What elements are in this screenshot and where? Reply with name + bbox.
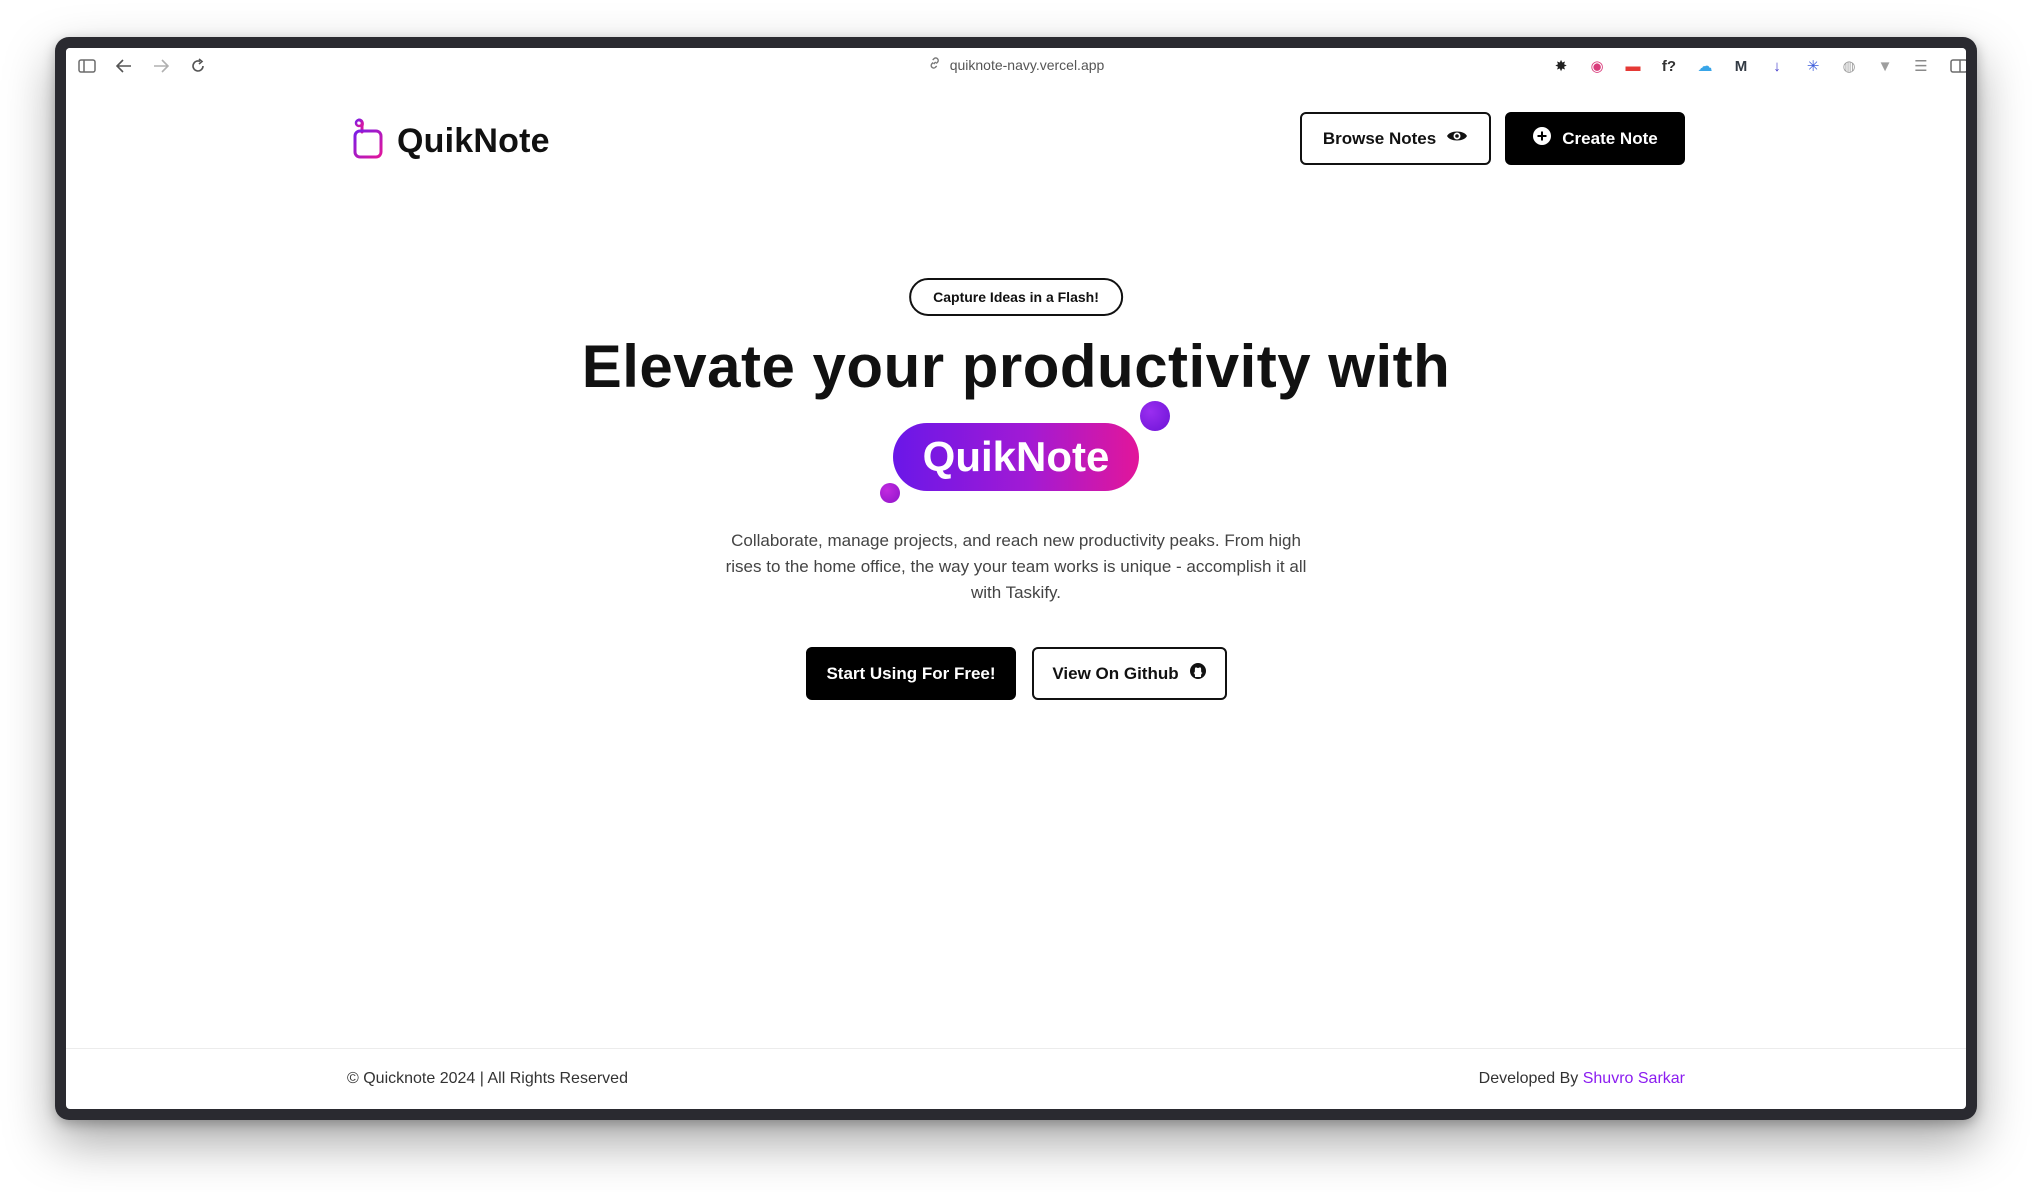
vue-extension-icon[interactable]: ▼ [1876,57,1894,75]
author-link[interactable]: Shuvro Sarkar [1583,1070,1685,1087]
eye-icon [1446,128,1468,149]
tagline-badge: Capture Ideas in a Flash! [909,278,1123,316]
font-extension-icon[interactable]: f? [1660,57,1678,75]
forward-arrow-icon[interactable] [151,56,171,76]
url-text: quiknote-navy.vercel.app [949,56,1105,73]
footer-copyright: © Quicknote 2024 | All Rights Reserved [347,1070,628,1087]
footer-credit: Developed By Shuvro Sarkar [1479,1070,1685,1088]
start-free-button[interactable]: Start Using For Free! [806,647,1016,700]
browser-window: quiknote-navy.vercel.app ✸ ◉ ▬ f? ☁ M ↓ ✳ ◍ ▼ ☰ [55,37,1977,1120]
footer-divider [66,1048,1966,1049]
download-extension-icon[interactable]: ↓ [1768,57,1786,75]
create-note-button[interactable]: Create Note [1505,112,1685,165]
link-icon [928,56,942,73]
color-picker-extension-icon[interactable]: ◉ [1588,57,1606,75]
sparkle-extension-icon[interactable]: ✳ [1804,57,1822,75]
brand-logo[interactable]: QuikNote [351,118,550,165]
globe-extension-icon[interactable]: ◍ [1840,57,1858,75]
hero-headline: Elevate your productivity with [581,333,1451,400]
decorative-dot-bottom [880,483,900,503]
brand-highlight-badge: QuikNote [893,423,1139,491]
hero-description: Collaborate, manage projects, and reach … [725,531,1307,602]
red-extension-icon[interactable]: ▬ [1624,57,1642,75]
view-github-button[interactable]: View On Github [1032,647,1227,700]
sidebar-toggle-icon[interactable] [77,56,97,76]
create-note-label: Create Note [1562,128,1658,148]
reload-icon[interactable] [188,56,208,76]
view-github-label: View On Github [1052,663,1179,683]
browse-notes-button[interactable]: Browse Notes [1300,112,1491,165]
decorative-dot-top [1140,401,1170,431]
address-bar[interactable]: quiknote-navy.vercel.app [928,56,1105,73]
tagline-text: Capture Ideas in a Flash! [933,289,1099,305]
note-logo-icon [351,118,387,165]
github-icon [1189,662,1207,685]
start-free-label: Start Using For Free! [826,663,996,683]
back-arrow-icon[interactable] [114,56,134,76]
bug-extension-icon[interactable]: ✸ [1552,57,1570,75]
cloud-extension-icon[interactable]: ☁ [1696,57,1714,75]
split-view-icon[interactable] [1949,56,1966,76]
browser-toolbar: quiknote-navy.vercel.app ✸ ◉ ▬ f? ☁ M ↓ ✳ ◍ ▼ ☰ [66,48,1966,84]
reader-extension-icon[interactable]: ☰ [1912,57,1930,75]
developed-by-label: Developed By [1478,1070,1583,1087]
m-extension-icon[interactable]: M [1732,57,1750,75]
browse-notes-label: Browse Notes [1322,128,1437,148]
plus-circle-icon [1532,126,1552,151]
browser-viewport: quiknote-navy.vercel.app ✸ ◉ ▬ f? ☁ M ↓ ✳ ◍ ▼ ☰ [66,48,1966,1109]
brand-name: QuikNote [397,122,550,160]
brand-highlight-text: QuikNote [922,433,1110,480]
